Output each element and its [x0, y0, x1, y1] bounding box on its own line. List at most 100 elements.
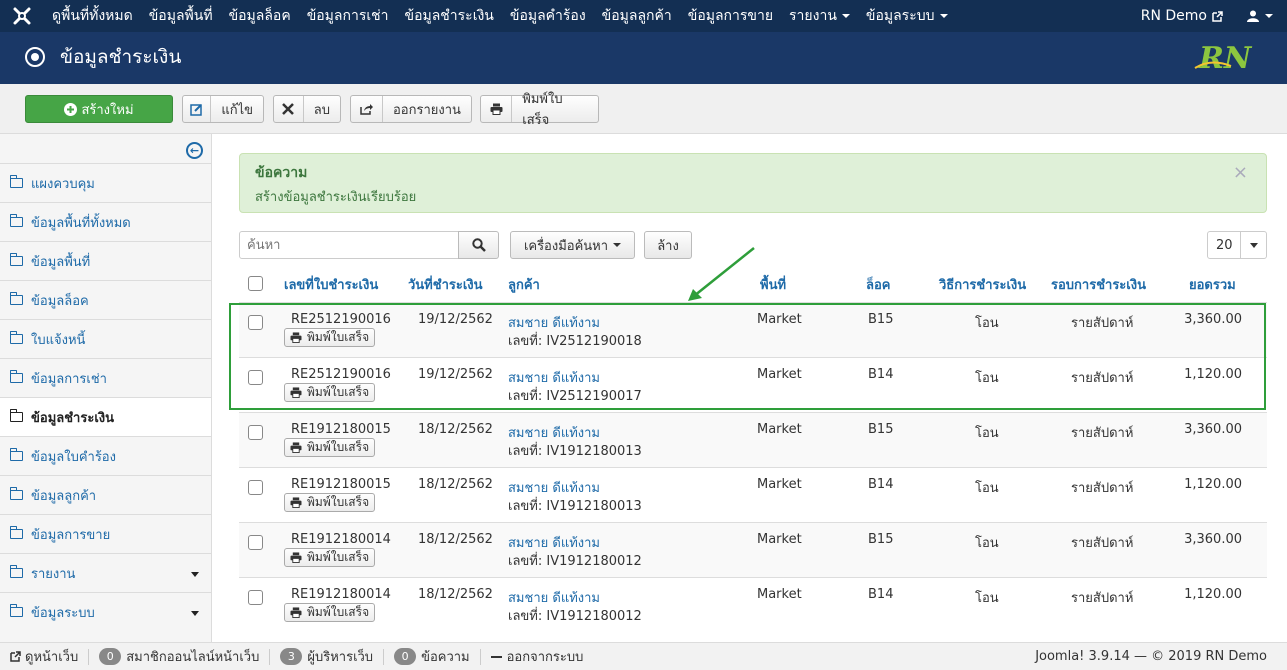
- alert-message: สร้างข้อมูลชำระเงินเรียบร้อย: [255, 190, 417, 205]
- sidebar-item[interactable]: ข้อมูลการเช่า: [0, 358, 211, 397]
- column-header-receipt-no[interactable]: เลขที่ใบชำระเงิน: [284, 274, 378, 295]
- chevron-down-icon: [841, 14, 850, 18]
- area-name: Market: [757, 477, 802, 492]
- sidebar-item-label: ข้อมูลล็อค: [31, 293, 89, 309]
- invoice-number: เลขที่: IV1912180013: [508, 499, 642, 514]
- dot-circle-icon: [25, 47, 45, 67]
- row-checkbox[interactable]: [248, 315, 263, 330]
- sidebar-item-label: แผงควบคุม: [31, 176, 95, 192]
- column-header-total[interactable]: ยอดรวม: [1189, 274, 1236, 295]
- topnav-item[interactable]: ข้อมูลชำระเงิน: [397, 0, 502, 32]
- edit-button[interactable]: แก้ไข: [182, 95, 264, 123]
- row-print-receipt-button[interactable]: พิมพ์ใบเสร็จ: [284, 438, 376, 457]
- sidebar-item[interactable]: ใบแจ้งหนี้: [0, 319, 211, 358]
- messages-label: ข้อความ: [421, 650, 470, 665]
- lock-code: B15: [868, 422, 894, 437]
- edit-button-label: แก้ไข: [221, 102, 253, 118]
- close-icon: [274, 96, 304, 122]
- sidebar-item[interactable]: ข้อมูลใบคำร้อง: [0, 436, 211, 475]
- alert-close-button[interactable]: ×: [1233, 162, 1248, 183]
- sidebar-item[interactable]: ข้อมูลพื้นที่ทั้งหมด: [0, 202, 211, 241]
- lock-code: B14: [868, 587, 894, 602]
- print-receipt-button[interactable]: พิมพ์ใบเสร็จ: [480, 92, 599, 128]
- topnav-item[interactable]: ข้อมูลการขาย: [680, 0, 781, 32]
- admin-label: ผู้บริหารเว็บ: [307, 650, 374, 665]
- topnav-item[interactable]: ข้อมูลคำร้อง: [502, 0, 594, 32]
- search-tools-button[interactable]: เครื่องมือค้นหา: [510, 231, 635, 259]
- list-limit-select[interactable]: 20: [1207, 231, 1267, 259]
- svg-text:RN: RN: [1198, 41, 1253, 76]
- payment-method: โอน: [975, 426, 999, 441]
- view-site-link[interactable]: ดูหน้าเว็บ: [0, 648, 90, 665]
- topnav-item[interactable]: ข้อมูลระบบ: [858, 0, 956, 32]
- pay-date: 18/12/2562: [418, 587, 493, 602]
- topnav-item-label: รายงาน: [789, 8, 837, 24]
- topnav-item[interactable]: ข้อมูลลูกค้า: [594, 0, 680, 32]
- column-header-method[interactable]: วิธีการชำระเงิน: [939, 274, 1026, 295]
- joomla-logo-icon[interactable]: [0, 0, 44, 32]
- row-checkbox[interactable]: [248, 425, 263, 440]
- topnav-item[interactable]: ดูพื้นที่ทั้งหมด: [44, 0, 141, 32]
- pay-date: 18/12/2562: [418, 422, 493, 437]
- row-checkbox[interactable]: [248, 480, 263, 495]
- invoice-number: เลขที่: IV1912180013: [508, 444, 642, 459]
- total-amount: 3,360.00: [1184, 312, 1242, 327]
- row-print-receipt-button[interactable]: พิมพ์ใบเสร็จ: [284, 603, 376, 622]
- row-checkbox[interactable]: [248, 590, 263, 605]
- sidebar-item[interactable]: ข้อมูลพื้นที่: [0, 241, 211, 280]
- export-button[interactable]: ออกรายงาน: [350, 95, 472, 123]
- chevron-down-icon: [939, 14, 948, 18]
- row-print-receipt-button[interactable]: พิมพ์ใบเสร็จ: [284, 548, 376, 567]
- sidebar-item[interactable]: ข้อมูลล็อค: [0, 280, 211, 319]
- sidebar-item[interactable]: ข้อมูลลูกค้า: [0, 475, 211, 514]
- messages-link[interactable]: 0 ข้อความ: [384, 648, 481, 665]
- receipt-number: RE1912180015: [291, 477, 391, 492]
- sidebar-item-label: ข้อมูลพื้นที่: [31, 254, 91, 270]
- delete-button[interactable]: ลบ: [273, 95, 341, 123]
- payment-cycle: รายสัปดาห์: [1071, 426, 1134, 441]
- plus-circle-icon: [64, 102, 78, 116]
- sidebar-item[interactable]: ข้อมูลระบบ: [0, 592, 211, 631]
- row-checkbox[interactable]: [248, 370, 263, 385]
- sidebar: ← แผงควบคุมข้อมูลพื้นที่ทั้งหมดข้อมูลพื้…: [0, 134, 212, 642]
- external-link-icon: [1212, 10, 1223, 22]
- receipt-number: RE1912180014: [291, 532, 391, 547]
- chevron-down-icon: [613, 243, 622, 247]
- column-header-customer[interactable]: ลูกค้า: [508, 274, 540, 295]
- search-input[interactable]: [239, 231, 459, 259]
- search-tools-label: เครื่องมือค้นหา: [523, 238, 609, 254]
- payment-method: โอน: [975, 371, 999, 386]
- topnav-item[interactable]: ข้อมูลการเช่า: [299, 0, 397, 32]
- row-print-receipt-button[interactable]: พิมพ์ใบเสร็จ: [284, 493, 376, 512]
- topnav-item[interactable]: ข้อมูลพื้นที่: [141, 0, 221, 32]
- row-checkbox[interactable]: [248, 535, 263, 550]
- user-menu[interactable]: [1247, 10, 1273, 22]
- row-print-receipt-button[interactable]: พิมพ์ใบเสร็จ: [284, 328, 376, 347]
- alert-heading: ข้อความ: [255, 165, 308, 181]
- column-header-cycle[interactable]: รอบการชำระเงิน: [1051, 274, 1146, 295]
- folder-icon: [9, 565, 23, 578]
- sidebar-item-label: รายงาน: [31, 566, 76, 582]
- new-button[interactable]: สร้างใหม่: [25, 95, 173, 123]
- row-print-receipt-button[interactable]: พิมพ์ใบเสร็จ: [284, 383, 376, 402]
- sidebar-item[interactable]: แผงควบคุม: [0, 163, 211, 202]
- annotation-arrow-icon: [688, 247, 755, 301]
- folder-icon: [9, 526, 23, 539]
- select-all-checkbox[interactable]: [248, 276, 263, 291]
- site-link[interactable]: RN Demo: [1141, 8, 1223, 24]
- arrow-left-circle-icon[interactable]: ←: [186, 142, 203, 159]
- chevron-down-icon: [1240, 232, 1266, 258]
- logout-link[interactable]: ออกจากระบบ: [481, 649, 594, 665]
- sidebar-item[interactable]: ข้อมูลชำระเงิน: [0, 397, 211, 436]
- sidebar-item[interactable]: ข้อมูลการขาย: [0, 514, 211, 553]
- column-header-pay-date[interactable]: วันที่ชำระเงิน: [408, 274, 483, 295]
- payment-method: โอน: [975, 481, 999, 496]
- copyright: Joomla! 3.9.14 — © 2019 RN Demo: [1035, 649, 1267, 664]
- area-name: Market: [757, 312, 802, 327]
- sidebar-item[interactable]: รายงาน: [0, 553, 211, 592]
- search-button[interactable]: [458, 231, 499, 259]
- topnav-item[interactable]: รายงาน: [781, 0, 858, 32]
- export-button-label: ออกรายงาน: [393, 102, 461, 118]
- column-header-lock[interactable]: ล็อค: [866, 274, 890, 295]
- topnav-item[interactable]: ข้อมูลล็อค: [221, 0, 299, 32]
